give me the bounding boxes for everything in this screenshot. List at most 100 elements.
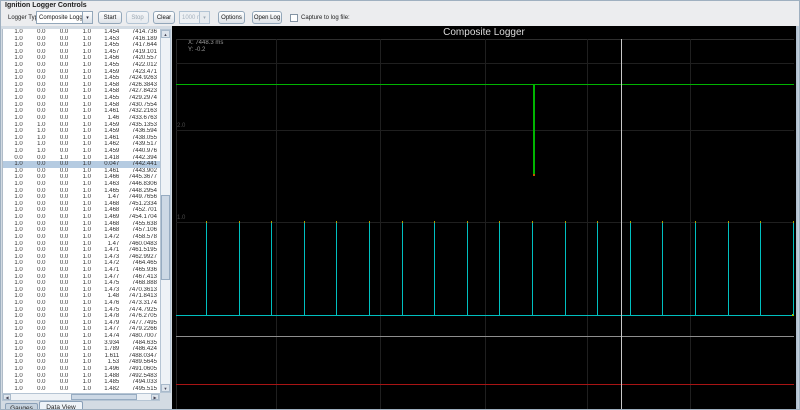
scroll-up-icon[interactable]: ▲ bbox=[161, 30, 170, 38]
table-cell: 0.0 bbox=[59, 114, 69, 121]
table-cell: 1.0 bbox=[14, 128, 23, 135]
table-row[interactable]: 1.0 0.0 0.0 1.0 1.458 7426.3843 bbox=[3, 82, 160, 89]
table-row[interactable]: 1.0 0.0 0.0 1.0 1.496 7491.0605 bbox=[3, 366, 160, 373]
horizontal-scroll-thumb[interactable] bbox=[71, 394, 137, 400]
table-row[interactable]: 1.0 0.0 0.0 1.0 1.485 7494.033 bbox=[3, 379, 160, 386]
chevron-down-icon[interactable]: ▾ bbox=[82, 11, 93, 24]
table-cell: 1.0 bbox=[82, 167, 91, 174]
table-row[interactable]: 1.0 0.0 0.0 1.0 1.482 7495.515 bbox=[3, 386, 160, 393]
table-row[interactable]: 1.0 0.0 0.0 1.0 1.479 7477.7495 bbox=[3, 320, 160, 327]
chart-right-scroll-strip[interactable] bbox=[796, 26, 799, 409]
data-table[interactable]: 1.0 0.0 0.0 1.0 1.454 7414.736 1.0 0.0 0.0 1.0 1.4… bbox=[2, 29, 160, 393]
table-row[interactable]: 1.0 0.0 0.0 1.0 1.458 7430.7554 bbox=[3, 102, 160, 109]
table-cell: 0.0 bbox=[59, 121, 69, 128]
chart-canvas[interactable]: Composite Logger X: 7448.3 ms Y: -0.2 2.… bbox=[172, 26, 796, 409]
table-row[interactable]: 1.0 0.0 0.0 1.0 1.476 7473.3174 bbox=[3, 300, 160, 307]
table-row[interactable]: 1.0 0.0 0.0 1.0 3.934 7484.635 bbox=[3, 340, 160, 347]
table-cell: 1.0 bbox=[14, 75, 23, 82]
scroll-down-icon[interactable]: ▼ bbox=[161, 384, 170, 392]
table-row[interactable]: 1.0 0.0 0.0 1.0 1.53 7489.5645 bbox=[3, 359, 160, 366]
open-log-button[interactable]: Open Log bbox=[252, 11, 282, 24]
tab-gauges[interactable]: Gauges bbox=[5, 403, 38, 409]
table-cell: 0.0 bbox=[37, 240, 46, 247]
table-row[interactable]: 1.0 0.0 0.0 1.0 1.454 7414.736 bbox=[3, 29, 160, 36]
table-row[interactable]: 1.0 0.0 0.0 1.0 1.458 7427.8423 bbox=[3, 88, 160, 95]
table-row[interactable]: 1.0 0.0 0.0 1.0 1.461 7443.902 bbox=[3, 168, 160, 175]
table-row[interactable]: 1.0 0.0 0.0 1.0 1.468 7457.106 bbox=[3, 227, 160, 234]
vertical-scrollbar[interactable]: ▲ ▼ bbox=[160, 29, 171, 393]
table-cell: 0.0 bbox=[37, 379, 46, 386]
table-row[interactable]: 1.0 0.0 0.0 1.0 1.456 7420.557 bbox=[3, 55, 160, 62]
table-row[interactable]: 1.0 0.0 0.0 1.0 1.457 7419.101 bbox=[3, 49, 160, 56]
table-row[interactable]: 1.0 0.0 0.0 1.0 1.47 7460.0483 bbox=[3, 241, 160, 248]
table-row[interactable]: 1.0 0.0 0.0 1.0 1.472 7464.465 bbox=[3, 260, 160, 267]
table-row[interactable]: 1.0 0.0 0.0 1.0 1.478 7476.2705 bbox=[3, 313, 160, 320]
horizontal-scrollbar[interactable]: ◀ ▶ bbox=[2, 393, 160, 401]
table-cell: 0.0 bbox=[59, 95, 69, 102]
table-row[interactable]: 1.0 0.0 0.0 1.0 1.789 7486.424 bbox=[3, 346, 160, 353]
table-cell: 0.0 bbox=[59, 339, 69, 346]
table-row[interactable]: 1.0 0.0 0.0 1.0 1.455 7429.2974 bbox=[3, 95, 160, 102]
scroll-right-icon[interactable]: ▶ bbox=[151, 394, 159, 400]
table-row[interactable]: 1.0 0.0 0.0 1.0 1.469 7454.1704 bbox=[3, 214, 160, 221]
table-row[interactable]: 1.0 0.0 0.0 1.0 1.468 7451.2334 bbox=[3, 201, 160, 208]
table-row[interactable]: 1.0 1.0 0.0 1.0 1.459 7435.1353 bbox=[3, 122, 160, 129]
table-row[interactable]: 1.0 0.0 0.0 1.0 1.488 7492.5483 bbox=[3, 373, 160, 380]
table-cell: 1.0 bbox=[82, 134, 91, 141]
table-row[interactable]: 1.0 0.0 0.0 1.0 1.475 7468.888 bbox=[3, 280, 160, 287]
table-cell: 0.0 bbox=[59, 326, 69, 333]
table-cell: 0.0 bbox=[37, 154, 46, 161]
scroll-left-icon[interactable]: ◀ bbox=[3, 394, 11, 400]
table-row[interactable]: 1.0 0.0 0.0 1.0 1.472 7458.578 bbox=[3, 234, 160, 241]
table-row[interactable]: 1.0 0.0 0.0 1.0 1.459 7423.471 bbox=[3, 69, 160, 76]
table-row[interactable]: 1.0 0.0 0.0 1.0 1.468 7455.638 bbox=[3, 221, 160, 228]
table-row[interactable]: 1.0 1.0 0.0 1.0 1.459 7440.976 bbox=[3, 148, 160, 155]
table-row[interactable]: 1.0 0.0 0.0 1.0 1.474 7480.7007 bbox=[3, 333, 160, 340]
table-cell: 1.0 bbox=[14, 326, 23, 333]
table-cell: 7489.5645 bbox=[128, 359, 157, 366]
table-cell: 1.0 bbox=[82, 339, 91, 346]
table-row[interactable]: 1.0 0.0 0.0 1.0 1.471 7461.5195 bbox=[3, 247, 160, 254]
table-row[interactable]: 1.0 0.0 0.0 1.0 1.461 7432.2163 bbox=[3, 108, 160, 115]
logger-type-select[interactable]: Composite Logger ▾ bbox=[36, 11, 93, 24]
table-cell: 0.0 bbox=[59, 247, 69, 254]
table-row[interactable]: 1.0 1.0 0.0 1.0 1.459 7436.594 bbox=[3, 128, 160, 135]
table-cell: 1.0 bbox=[82, 29, 91, 35]
table-cell: 1.472 bbox=[104, 260, 120, 267]
table-row[interactable]: 1.0 0.0 0.0 1.0 1.455 7417.644 bbox=[3, 42, 160, 49]
table-row[interactable]: 1.0 0.0 0.0 1.0 1.477 7479.2266 bbox=[3, 326, 160, 333]
tab-data-view[interactable]: Data View bbox=[39, 401, 83, 409]
table-row[interactable]: 1.0 1.0 0.0 1.0 1.461 7438.055 bbox=[3, 135, 160, 142]
table-cell: 7424.9263 bbox=[128, 75, 157, 82]
data-panel: 1.0 0.0 0.0 1.0 1.454 7414.736 1.0 0.0 0.0 1.0 1.4… bbox=[1, 26, 172, 409]
table-row[interactable]: 1.0 0.0 0.0 1.0 1.466 7445.3677 bbox=[3, 174, 160, 181]
table-cell: 0.0 bbox=[59, 220, 69, 227]
table-row[interactable]: 1.0 1.0 0.0 1.0 1.462 7439.517 bbox=[3, 141, 160, 148]
table-cell: 7486.424 bbox=[131, 346, 157, 353]
start-button[interactable]: Start bbox=[98, 11, 122, 24]
table-row[interactable]: 1.0 0.0 0.0 1.0 1.455 7422.012 bbox=[3, 62, 160, 69]
table-row[interactable]: 1.0 0.0 0.0 1.0 1.463 7446.8306 bbox=[3, 181, 160, 188]
table-row[interactable]: 1.0 0.0 0.0 1.0 1.475 7474.7925 bbox=[3, 307, 160, 314]
table-row[interactable]: 1.0 0.0 0.0 1.0 1.473 7470.3613 bbox=[3, 287, 160, 294]
table-row[interactable]: 1.0 0.0 0.0 1.0 1.455 7424.9263 bbox=[3, 75, 160, 82]
table-row[interactable]: 1.0 0.0 0.0 1.0 1.47 7449.7656 bbox=[3, 194, 160, 201]
capture-checkbox[interactable] bbox=[290, 14, 298, 22]
table-row[interactable]: 1.0 0.0 0.0 1.0 1.473 7462.9927 bbox=[3, 254, 160, 261]
table-row[interactable]: 1.0 0.0 0.0 1.0 1.48 7471.8413 bbox=[3, 293, 160, 300]
clear-button[interactable]: Clear bbox=[153, 11, 175, 24]
table-cell: 1.0 bbox=[82, 141, 91, 148]
table-row[interactable]: 0.0 0.0 1.0 1.0 1.418 7442.394 bbox=[3, 155, 160, 162]
options-button[interactable]: Options bbox=[218, 11, 245, 24]
table-row[interactable]: 1.0 0.0 0.0 1.0 1.46 7433.6763 bbox=[3, 115, 160, 122]
table-row[interactable]: 1.0 0.0 0.0 1.0 1.468 7452.701 bbox=[3, 207, 160, 214]
table-row[interactable]: 1.0 0.0 0.0 1.0 1.465 7448.2954 bbox=[3, 188, 160, 195]
table-row[interactable]: 1.0 0.0 0.0 1.0 1.611 7488.0347 bbox=[3, 353, 160, 360]
table-row[interactable]: 1.0 0.0 0.0 1.0 1.477 7467.413 bbox=[3, 274, 160, 281]
table-row[interactable]: 1.0 0.0 0.0 1.0 1.471 7465.936 bbox=[3, 267, 160, 274]
vertical-scroll-thumb[interactable] bbox=[161, 195, 170, 280]
table-cell: 7476.2705 bbox=[128, 313, 157, 320]
table-row[interactable]: 1.0 0.0 0.0 1.0 1.453 7416.189 bbox=[3, 36, 160, 43]
table-row[interactable]: 1.0 0.0 0.0 1.0 0.047 7442.441 bbox=[3, 161, 160, 168]
table-cell: 1.0 bbox=[82, 101, 91, 108]
